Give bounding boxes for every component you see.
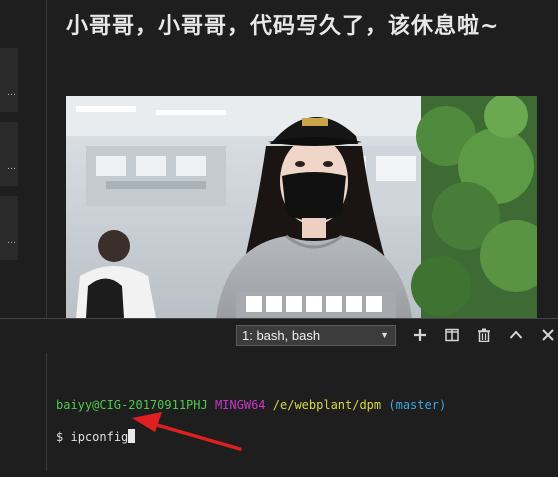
sidebar-gutter: … … …: [0, 0, 47, 318]
terminal-output[interactable]: baiyy@CIG-20170911PHJ MINGW64 /e/webplan…: [56, 381, 546, 477]
close-icon[interactable]: [540, 327, 556, 343]
terminal-command: ipconfig: [70, 430, 129, 444]
text-cursor: [128, 429, 136, 443]
markdown-preview: … … … 小哥哥，小哥哥，代码写久了，该休息啦~: [0, 0, 558, 318]
prompt-user-host: baiyy@CIG-20170911PHJ: [56, 398, 208, 412]
terminal-prompt-line: baiyy@CIG-20170911PHJ MINGW64 /e/webplan…: [56, 397, 546, 413]
plus-icon[interactable]: [412, 327, 428, 343]
chevron-up-icon[interactable]: [508, 327, 524, 343]
terminal-selector-dropdown[interactable]: 1: bash, bash ▼: [236, 325, 396, 346]
prompt-path: /e/webplant/dpm: [272, 398, 382, 412]
prompt-symbol: $: [56, 430, 64, 444]
terminal-selector-value: 1: bash, bash: [242, 328, 321, 343]
trash-icon[interactable]: [476, 327, 492, 343]
ellipsis-text: …: [7, 88, 16, 98]
prompt-branch: (master): [388, 398, 447, 412]
terminal-command-line: $ ipconfig: [56, 429, 546, 445]
article-title: 小哥哥，小哥哥，代码写久了，该休息啦~: [66, 13, 500, 39]
caret-down-icon: ▼: [380, 330, 389, 340]
ellipsis-text: …: [7, 236, 16, 246]
terminal-gutter: [0, 353, 47, 471]
gutter-card[interactable]: …: [0, 48, 18, 112]
gutter-card[interactable]: …: [0, 122, 18, 186]
terminal-panel: 1: bash, bash ▼ baiyy@CIG-20170911PHJ MI…: [0, 318, 558, 471]
ellipsis-text: …: [7, 162, 16, 172]
split-icon[interactable]: [444, 327, 460, 343]
prompt-system: MINGW64: [214, 398, 266, 412]
article-photo: [66, 96, 537, 318]
photo-illustration: [66, 96, 537, 318]
gutter-card[interactable]: …: [0, 196, 18, 260]
